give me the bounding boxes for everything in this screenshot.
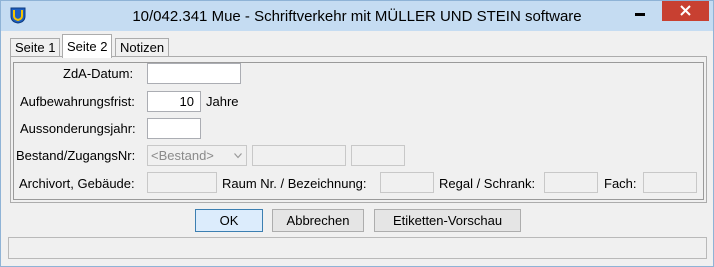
- aufbewahrungsfrist-unit-label: Jahre: [206, 94, 239, 109]
- ok-button[interactable]: OK: [195, 209, 263, 232]
- zda-datum-label: ZdA-Datum:: [63, 66, 134, 81]
- zda-datum-input[interactable]: [147, 63, 241, 84]
- minimize-button[interactable]: [627, 1, 653, 21]
- abbrechen-button[interactable]: Abbrechen: [272, 209, 364, 232]
- etiketten-vorschau-button[interactable]: Etiketten-Vorschau: [374, 209, 521, 232]
- bestand-select-value: <Bestand>: [151, 148, 214, 163]
- status-bar: [8, 237, 707, 259]
- aussonderungsjahr-label: Aussonderungsjahr:: [20, 121, 136, 136]
- minimize-icon: [635, 13, 645, 16]
- fach-input[interactable]: [643, 172, 697, 193]
- archivort-label: Archivort, Gebäude:: [19, 176, 135, 191]
- tab-seite-2[interactable]: Seite 2: [62, 34, 113, 58]
- zugangsnr-input[interactable]: [252, 145, 346, 166]
- aufbewahrungsfrist-input[interactable]: 10: [147, 91, 201, 112]
- zugangsnr-suffix-input[interactable]: [351, 145, 405, 166]
- regal-schrank-label: Regal / Schrank:: [439, 176, 536, 191]
- close-button[interactable]: [662, 1, 709, 21]
- raum-label: Raum Nr. / Bezeichnung:: [222, 176, 367, 191]
- tab-seite-1[interactable]: Seite 1: [10, 38, 61, 57]
- dialog-window: 10/042.341 Mue - Schriftverkehr mit MÜLL…: [0, 0, 714, 267]
- raum-input[interactable]: [380, 172, 434, 193]
- archivort-input[interactable]: [147, 172, 217, 193]
- tab-notizen[interactable]: Notizen: [115, 38, 170, 57]
- fach-label: Fach:: [604, 176, 637, 191]
- regal-schrank-input[interactable]: [544, 172, 598, 193]
- window-title: 10/042.341 Mue - Schriftverkehr mit MÜLL…: [132, 8, 582, 25]
- aussonderungsjahr-input[interactable]: [147, 118, 201, 139]
- close-icon: [680, 5, 691, 16]
- bestand-select[interactable]: <Bestand>: [147, 145, 247, 166]
- aufbewahrungsfrist-label: Aufbewahrungsfrist:: [20, 94, 135, 109]
- chevron-down-icon: [234, 153, 242, 159]
- bestand-zugangsnr-label: Bestand/ZugangsNr:: [16, 148, 136, 163]
- title-bar[interactable]: 10/042.341 Mue - Schriftverkehr mit MÜLL…: [1, 1, 713, 31]
